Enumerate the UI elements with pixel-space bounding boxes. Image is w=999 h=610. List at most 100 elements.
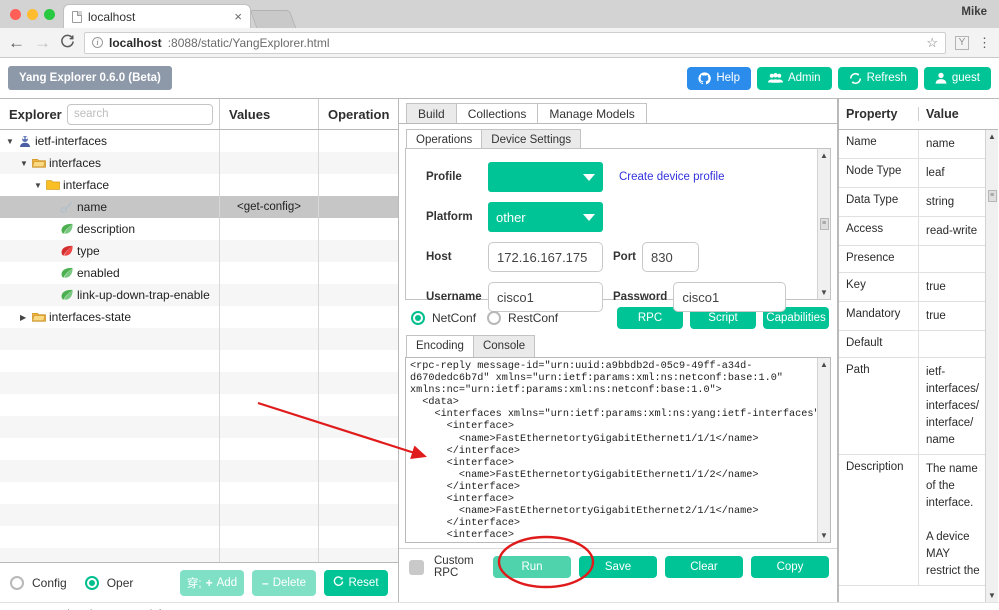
radio-netconf[interactable] [411,311,425,325]
port-input[interactable] [642,242,699,272]
column-header-value: Value [918,107,998,121]
radio-config[interactable] [10,575,24,590]
username-input[interactable] [488,282,603,312]
tab-build[interactable]: Build [406,103,457,123]
run-button[interactable]: Run [493,556,571,578]
profile-label: Profile [426,171,462,183]
scroll-thumb[interactable]: ≡ [987,190,997,202]
tree-node-value[interactable] [219,130,318,152]
explorer-search-cell [67,99,219,129]
host-input[interactable] [488,242,603,272]
tree-node-operation[interactable] [318,240,398,262]
custom-rpc-checkbox[interactable] [409,559,424,575]
scroll-down-icon[interactable]: ▼ [820,531,828,540]
create-device-profile-link[interactable]: Create device profile [619,171,724,183]
tree-node-operation[interactable] [318,306,398,328]
tab-manage-models[interactable]: Manage Models [537,103,647,123]
form-scrollbar[interactable]: ▲ ≡ ▼ [817,149,830,299]
subtab-device-settings[interactable]: Device Settings [481,129,582,148]
tab-collections[interactable]: Collections [455,103,539,123]
save-button[interactable]: Save [579,556,657,578]
tree-node-value[interactable] [219,218,318,240]
codetab-encoding[interactable]: Encoding [406,335,474,357]
radio-oper[interactable] [84,575,99,590]
scroll-down-icon[interactable]: ▼ [988,591,996,600]
site-info-icon[interactable]: i [92,37,103,48]
extension-icon[interactable]: Y [955,35,969,50]
tree-node-value[interactable] [219,284,318,306]
tree-node-operation[interactable] [318,152,398,174]
user-button-label: guest [951,72,980,84]
caret-down-icon[interactable]: ▼ [20,159,29,168]
browser-tab[interactable]: localhost × [63,4,251,28]
codetab-console[interactable]: Console [472,335,536,357]
clear-button[interactable]: Clear [665,556,743,578]
subtab-operations[interactable]: Operations [406,129,483,148]
tree-node-label: ietf-interfaces [35,134,108,148]
scroll-up-icon[interactable]: ▲ [820,360,828,369]
scroll-up-icon[interactable]: ▲ [820,151,828,160]
tree-node-value[interactable] [219,240,318,262]
tree-node-operation[interactable] [318,218,398,240]
tree-row-description[interactable]: description [0,218,398,240]
tree-row-link-up-down-trap-enable[interactable]: link-up-down-trap-enable [0,284,398,306]
user-button[interactable]: guest [923,66,991,90]
tree-node-operation[interactable] [318,174,398,196]
tree-row-interface[interactable]: ▼ interface [0,174,398,196]
refresh-button[interactable]: Refresh [837,66,918,90]
tree-node-value[interactable] [219,152,318,174]
tree-node-operation[interactable] [318,262,398,284]
browser-profile-name[interactable]: Mike [961,6,987,18]
tree-row-type[interactable]: type [0,240,398,262]
tree-row-empty [0,548,398,562]
profile-select[interactable] [488,162,603,192]
caret-down-icon[interactable]: ▼ [34,181,43,190]
admin-button[interactable]: Admin [756,66,832,90]
tree-node-value[interactable] [219,262,318,284]
radio-restconf[interactable] [487,311,502,325]
tree-node-value[interactable] [219,306,318,328]
search-input[interactable] [67,103,213,125]
back-icon[interactable]: ← [8,34,25,51]
tree-node-label: interface [63,178,110,192]
maximize-window-icon[interactable] [44,8,55,20]
clear-button-label: Clear [690,561,718,573]
scroll-up-icon[interactable]: ▲ [988,132,996,141]
platform-select[interactable]: other [488,202,603,232]
add-button[interactable]: 穿; + Add [180,569,244,596]
password-input[interactable] [673,282,787,312]
browser-menu-icon[interactable]: ⋮ [978,36,991,49]
reset-button[interactable]: Reset [324,569,388,596]
tree-node-operation[interactable] [318,284,398,306]
property-scrollbar[interactable]: ▲ ≡ ▼ [985,130,998,602]
code-scrollbar[interactable]: ▲ ▼ [817,358,830,542]
reload-icon[interactable] [60,34,75,52]
explorer-tree[interactable]: ▼ ietf-interfaces ▼ interfaces ▼ interface nam… [0,130,398,562]
scroll-down-icon[interactable]: ▼ [820,288,828,297]
encoding-output[interactable]: <rpc-reply message-id="urn:uuid:a9bbdb2d… [405,357,831,543]
tree-node-name: description [0,218,219,240]
bookmark-star-icon[interactable]: ☆ [926,35,938,51]
tree-row-enabled[interactable]: enabled [0,262,398,284]
delete-button[interactable]: – Delete [252,569,316,596]
tree-node-operation[interactable] [318,130,398,152]
help-button[interactable]: Help [687,66,751,90]
tree-row-name[interactable]: name <get-config> [0,196,398,218]
close-tab-icon[interactable]: × [234,9,242,24]
forward-icon[interactable]: → [34,34,51,51]
address-bar[interactable]: i localhost:8088/static/YangExplorer.htm… [84,31,946,54]
copy-button[interactable]: Copy [751,556,829,578]
tree-row-ietf-interfaces[interactable]: ▼ ietf-interfaces [0,130,398,152]
new-tab-button[interactable] [249,10,297,28]
tree-row-empty [0,526,398,548]
caret-right-icon[interactable]: ▶ [20,313,29,322]
tree-row-interfaces-state[interactable]: ▶ interfaces-state [0,306,398,328]
close-window-icon[interactable] [10,8,21,20]
tree-node-operation[interactable] [318,196,398,218]
tree-node-value[interactable] [219,174,318,196]
scroll-thumb[interactable]: ≡ [819,218,829,230]
tree-row-interfaces[interactable]: ▼ interfaces [0,152,398,174]
caret-down-icon[interactable]: ▼ [6,137,15,146]
minimize-window-icon[interactable] [27,8,38,20]
tree-node-value[interactable]: <get-config> [219,196,318,218]
